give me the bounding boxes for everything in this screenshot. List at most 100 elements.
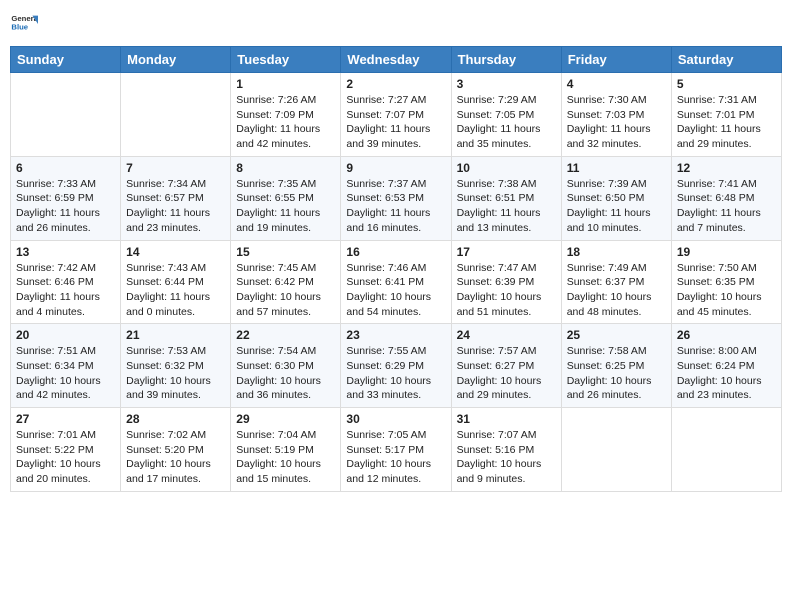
day-cell: 3Sunrise: 7:29 AM Sunset: 7:05 PM Daylig… [451, 73, 561, 157]
day-cell: 9 Sunrise: 7:37 AM Sunset: 6:53 PM Daylig… [341, 156, 451, 240]
col-header-sunday: Sunday [11, 47, 121, 73]
day-cell: 29 Sunrise: 7:04 AM Sunset: 5:19 PM Dayli… [231, 408, 341, 492]
day-number: 15 [236, 245, 335, 259]
day-info: Sunrise: 7:42 AM Sunset: 6:46 PM Dayligh… [16, 261, 115, 320]
day-info: Sunrise: 7:55 AM Sunset: 6:29 PM Dayligh… [346, 344, 445, 403]
day-info: Sunrise: 7:58 AM Sunset: 6:25 PM Dayligh… [567, 344, 666, 403]
day-info: Sunrise: 7:38 AM Sunset: 6:51 PM Dayligh… [457, 177, 556, 236]
day-cell: 27 Sunrise: 7:01 AM Sunset: 5:22 PM Dayli… [11, 408, 121, 492]
day-number: 4 [567, 77, 666, 91]
day-info: Sunrise: 7:54 AM Sunset: 6:30 PM Dayligh… [236, 344, 335, 403]
col-header-tuesday: Tuesday [231, 47, 341, 73]
day-info: Sunrise: 7:01 AM Sunset: 5:22 PM Dayligh… [16, 428, 115, 487]
week-row-5: 27 Sunrise: 7:01 AM Sunset: 5:22 PM Dayli… [11, 408, 782, 492]
day-number: 13 [16, 245, 115, 259]
day-number: 12 [677, 161, 776, 175]
day-number: 9 [346, 161, 445, 175]
day-cell: 24 Sunrise: 7:57 AM Sunset: 6:27 PM Dayli… [451, 324, 561, 408]
day-number: 28 [126, 412, 225, 426]
day-cell: 1Sunrise: 7:26 AM Sunset: 7:09 PM Daylig… [231, 73, 341, 157]
day-cell: 5Sunrise: 7:31 AM Sunset: 7:01 PM Daylig… [671, 73, 781, 157]
day-cell [561, 408, 671, 492]
day-cell: 7 Sunrise: 7:34 AM Sunset: 6:57 PM Daylig… [121, 156, 231, 240]
day-cell: 6Sunrise: 7:33 AM Sunset: 6:59 PM Daylig… [11, 156, 121, 240]
day-info: Sunrise: 7:30 AM Sunset: 7:03 PM Dayligh… [567, 93, 666, 152]
calendar-table: SundayMondayTuesdayWednesdayThursdayFrid… [10, 46, 782, 492]
day-info: Sunrise: 8:00 AM Sunset: 6:24 PM Dayligh… [677, 344, 776, 403]
day-info: Sunrise: 7:35 AM Sunset: 6:55 PM Dayligh… [236, 177, 335, 236]
day-cell: 17 Sunrise: 7:47 AM Sunset: 6:39 PM Dayli… [451, 240, 561, 324]
day-info: Sunrise: 7:31 AM Sunset: 7:01 PM Dayligh… [677, 93, 776, 152]
week-row-3: 13 Sunrise: 7:42 AM Sunset: 6:46 PM Dayli… [11, 240, 782, 324]
day-number: 22 [236, 328, 335, 342]
day-number: 19 [677, 245, 776, 259]
day-number: 29 [236, 412, 335, 426]
day-cell: 21 Sunrise: 7:53 AM Sunset: 6:32 PM Dayli… [121, 324, 231, 408]
week-row-4: 20 Sunrise: 7:51 AM Sunset: 6:34 PM Dayli… [11, 324, 782, 408]
day-number: 20 [16, 328, 115, 342]
day-cell: 31 Sunrise: 7:07 AM Sunset: 5:16 PM Dayli… [451, 408, 561, 492]
day-info: Sunrise: 7:34 AM Sunset: 6:57 PM Dayligh… [126, 177, 225, 236]
day-info: Sunrise: 7:53 AM Sunset: 6:32 PM Dayligh… [126, 344, 225, 403]
day-info: Sunrise: 7:02 AM Sunset: 5:20 PM Dayligh… [126, 428, 225, 487]
day-cell: 13 Sunrise: 7:42 AM Sunset: 6:46 PM Dayli… [11, 240, 121, 324]
day-info: Sunrise: 7:07 AM Sunset: 5:16 PM Dayligh… [457, 428, 556, 487]
day-info: Sunrise: 7:46 AM Sunset: 6:41 PM Dayligh… [346, 261, 445, 320]
day-info: Sunrise: 7:50 AM Sunset: 6:35 PM Dayligh… [677, 261, 776, 320]
day-cell: 19 Sunrise: 7:50 AM Sunset: 6:35 PM Dayli… [671, 240, 781, 324]
day-cell: 26 Sunrise: 8:00 AM Sunset: 6:24 PM Dayli… [671, 324, 781, 408]
day-info: Sunrise: 7:49 AM Sunset: 6:37 PM Dayligh… [567, 261, 666, 320]
day-number: 17 [457, 245, 556, 259]
day-cell: 16 Sunrise: 7:46 AM Sunset: 6:41 PM Dayli… [341, 240, 451, 324]
day-cell [671, 408, 781, 492]
day-info: Sunrise: 7:04 AM Sunset: 5:19 PM Dayligh… [236, 428, 335, 487]
day-info: Sunrise: 7:41 AM Sunset: 6:48 PM Dayligh… [677, 177, 776, 236]
day-number: 2 [346, 77, 445, 91]
svg-text:General: General [11, 14, 38, 23]
day-info: Sunrise: 7:57 AM Sunset: 6:27 PM Dayligh… [457, 344, 556, 403]
day-number: 10 [457, 161, 556, 175]
day-number: 16 [346, 245, 445, 259]
day-cell: 14Sunrise: 7:43 AM Sunset: 6:44 PM Dayli… [121, 240, 231, 324]
day-cell: 22 Sunrise: 7:54 AM Sunset: 6:30 PM Dayli… [231, 324, 341, 408]
logo-icon: General Blue [10, 10, 38, 38]
day-cell: 18 Sunrise: 7:49 AM Sunset: 6:37 PM Dayli… [561, 240, 671, 324]
day-number: 18 [567, 245, 666, 259]
day-cell: 8 Sunrise: 7:35 AM Sunset: 6:55 PM Daylig… [231, 156, 341, 240]
day-info: Sunrise: 7:39 AM Sunset: 6:50 PM Dayligh… [567, 177, 666, 236]
day-cell [121, 73, 231, 157]
header-row: SundayMondayTuesdayWednesdayThursdayFrid… [11, 47, 782, 73]
day-cell: 15 Sunrise: 7:45 AM Sunset: 6:42 PM Dayli… [231, 240, 341, 324]
day-cell: 4 Sunrise: 7:30 AM Sunset: 7:03 PM Daylig… [561, 73, 671, 157]
col-header-thursday: Thursday [451, 47, 561, 73]
day-number: 6 [16, 161, 115, 175]
day-number: 31 [457, 412, 556, 426]
day-info: Sunrise: 7:43 AM Sunset: 6:44 PM Dayligh… [126, 261, 225, 320]
day-number: 3 [457, 77, 556, 91]
day-number: 8 [236, 161, 335, 175]
day-number: 27 [16, 412, 115, 426]
day-info: Sunrise: 7:26 AM Sunset: 7:09 PM Dayligh… [236, 93, 335, 152]
svg-text:Blue: Blue [11, 23, 28, 32]
day-info: Sunrise: 7:47 AM Sunset: 6:39 PM Dayligh… [457, 261, 556, 320]
day-info: Sunrise: 7:51 AM Sunset: 6:34 PM Dayligh… [16, 344, 115, 403]
day-cell: 25 Sunrise: 7:58 AM Sunset: 6:25 PM Dayli… [561, 324, 671, 408]
day-number: 7 [126, 161, 225, 175]
day-info: Sunrise: 7:37 AM Sunset: 6:53 PM Dayligh… [346, 177, 445, 236]
day-number: 25 [567, 328, 666, 342]
day-cell [11, 73, 121, 157]
day-number: 11 [567, 161, 666, 175]
week-row-1: 1Sunrise: 7:26 AM Sunset: 7:09 PM Daylig… [11, 73, 782, 157]
day-info: Sunrise: 7:45 AM Sunset: 6:42 PM Dayligh… [236, 261, 335, 320]
day-number: 21 [126, 328, 225, 342]
day-number: 23 [346, 328, 445, 342]
day-number: 26 [677, 328, 776, 342]
day-cell: 28 Sunrise: 7:02 AM Sunset: 5:20 PM Dayli… [121, 408, 231, 492]
day-cell: 11 Sunrise: 7:39 AM Sunset: 6:50 PM Dayli… [561, 156, 671, 240]
col-header-monday: Monday [121, 47, 231, 73]
day-cell: 2Sunrise: 7:27 AM Sunset: 7:07 PM Daylig… [341, 73, 451, 157]
day-number: 24 [457, 328, 556, 342]
logo: General Blue [10, 10, 38, 38]
week-row-2: 6Sunrise: 7:33 AM Sunset: 6:59 PM Daylig… [11, 156, 782, 240]
day-number: 30 [346, 412, 445, 426]
